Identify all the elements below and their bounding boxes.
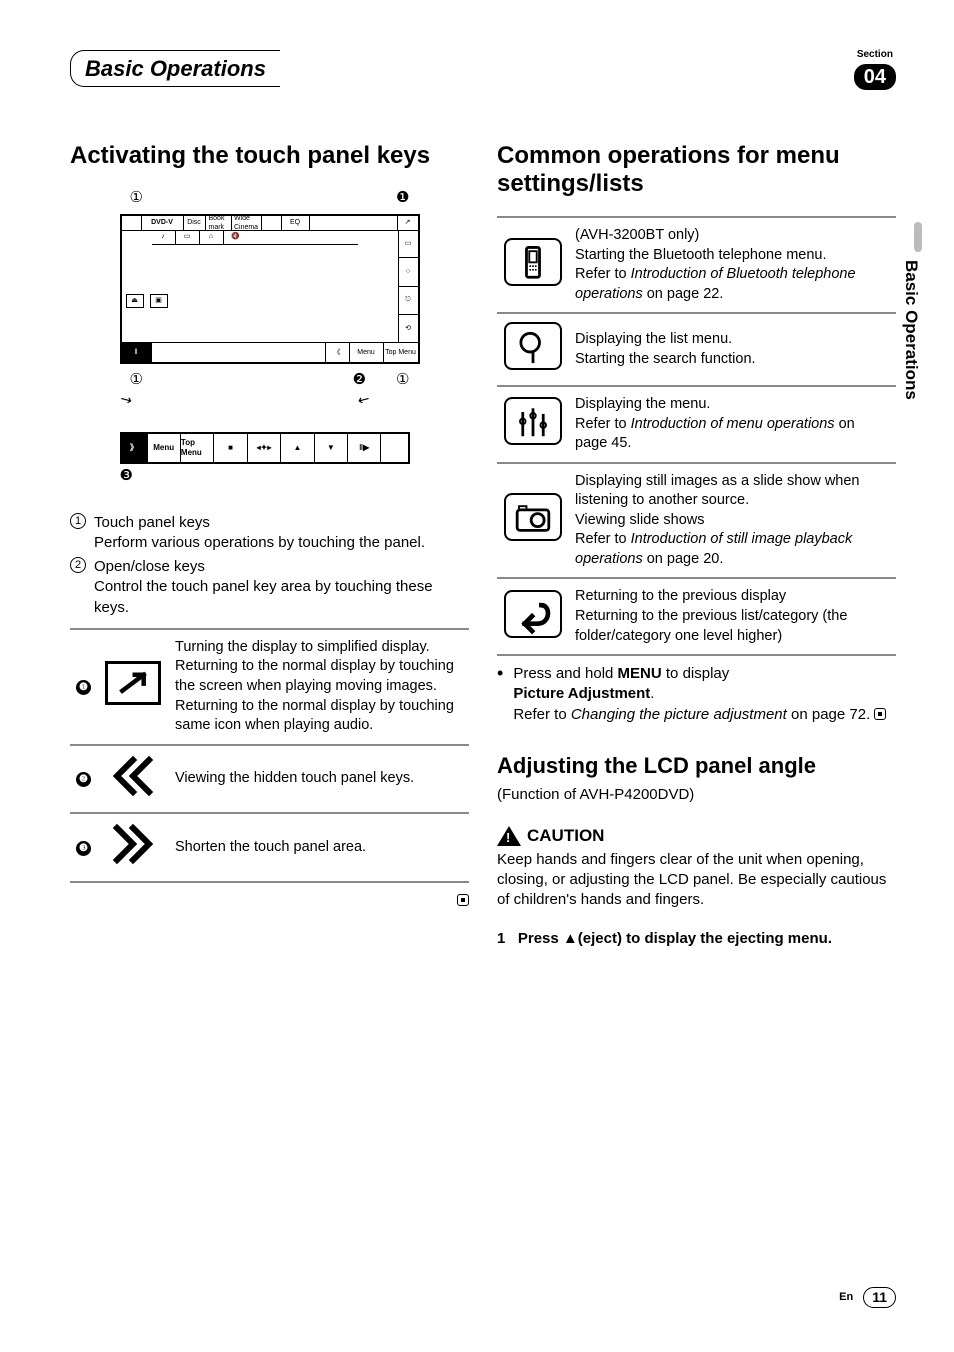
end-mark-icon: [874, 708, 886, 720]
numbered-list: 1 Touch panel keys Perform various opera…: [70, 513, 469, 618]
side-tab-stub: [914, 222, 922, 252]
menu-note: Press and hold MENU to display Picture A…: [497, 664, 896, 725]
list-num-1: 1: [70, 513, 86, 529]
chapter-header: Basic Operations Section 04: [70, 48, 896, 90]
op2-desc: Displaying the list menu. Starting the s…: [569, 313, 896, 386]
callout-top-right: ❶: [396, 188, 409, 208]
caution-label: CAUTION: [527, 825, 604, 848]
right-column: Common operations for menu settings/list…: [497, 126, 896, 949]
bullet-icon: [497, 664, 503, 725]
end-mark-icon: [457, 894, 469, 906]
touchpanel-icon-table: ❶ Turning the display to simplified disp…: [70, 628, 469, 883]
right-heading: Common operations for menu settings/list…: [497, 142, 896, 199]
page-footer: En 11: [839, 1287, 896, 1308]
row2-mark: ❷: [76, 772, 91, 787]
chevrons-left-icon: [105, 754, 161, 798]
row3-mark: ❸: [76, 841, 91, 856]
footer-page: 11: [863, 1287, 896, 1308]
row3-desc: Shorten the touch panel area.: [169, 813, 469, 882]
list-title-2: Open/close keys: [94, 557, 469, 577]
chevrons-right-icon: [105, 822, 161, 866]
row1-mark: ❶: [76, 680, 91, 695]
eject-icon: ▲: [563, 930, 578, 947]
warning-icon: [497, 826, 521, 846]
menu-icon: [504, 397, 562, 445]
list-title-1: Touch panel keys: [94, 513, 469, 533]
phone-icon: [504, 238, 562, 286]
row1-desc: Turning the display to simplified displa…: [169, 629, 469, 745]
list-num-2: 2: [70, 557, 86, 573]
lcd-heading: Adjusting the LCD panel angle: [497, 751, 896, 781]
touchpanel-diagram: ① ❶ DVD-V Disc Book mark Wide Cinema EQ …: [120, 188, 420, 487]
chapter-title: Basic Operations: [85, 56, 266, 81]
operations-table: (AVH-3200BT only) Starting the Bluetooth…: [497, 216, 896, 656]
op3-desc: Displaying the menu. Refer to Introducti…: [569, 386, 896, 463]
section-label: Section: [857, 48, 893, 62]
footer-lang: En: [839, 1290, 853, 1305]
row2-desc: Viewing the hidden touch panel keys.: [169, 745, 469, 814]
callout-top-left: ①: [130, 188, 143, 208]
list-desc-1: Perform various operations by touching t…: [94, 533, 469, 553]
callout-bot-right: ①: [396, 370, 409, 390]
function-of: (Function of AVH-P4200DVD): [497, 785, 896, 805]
op4-desc: Displaying still images as a slide show …: [569, 463, 896, 579]
op5-desc: Returning to the previous display Return…: [569, 578, 896, 655]
callout-bot-left: ①: [130, 370, 143, 390]
search-icon: [504, 322, 562, 370]
back-icon: [504, 590, 562, 638]
op1-desc: (AVH-3200BT only) Starting the Bluetooth…: [569, 217, 896, 313]
left-heading: Activating the touch panel keys: [70, 142, 469, 170]
expand-icon: [105, 661, 161, 705]
caution-heading: CAUTION: [497, 825, 896, 848]
left-column: Activating the touch panel keys ① ❶ DVD-…: [70, 126, 469, 949]
list-desc-2: Control the touch panel key area by touc…: [94, 577, 469, 618]
callout-popup: ❸: [120, 466, 420, 486]
popup-keys: 》 Menu Top Menu ■ ◂✦▸ ▲ ▼ ‖▶: [120, 432, 410, 464]
step-1: 1 Press ▲(eject) to display the ejecting…: [497, 929, 896, 949]
section-number: 04: [854, 64, 896, 90]
side-tab-label: Basic Operations: [899, 260, 922, 400]
caution-text: Keep hands and fingers clear of the unit…: [497, 850, 896, 911]
screen-mock: DVD-V Disc Book mark Wide Cinema EQ ↗ ♪ …: [120, 214, 420, 364]
camera-icon: [504, 493, 562, 541]
callout-bot-mid: ❷: [353, 370, 366, 390]
section-badge: Section 04: [854, 48, 896, 90]
